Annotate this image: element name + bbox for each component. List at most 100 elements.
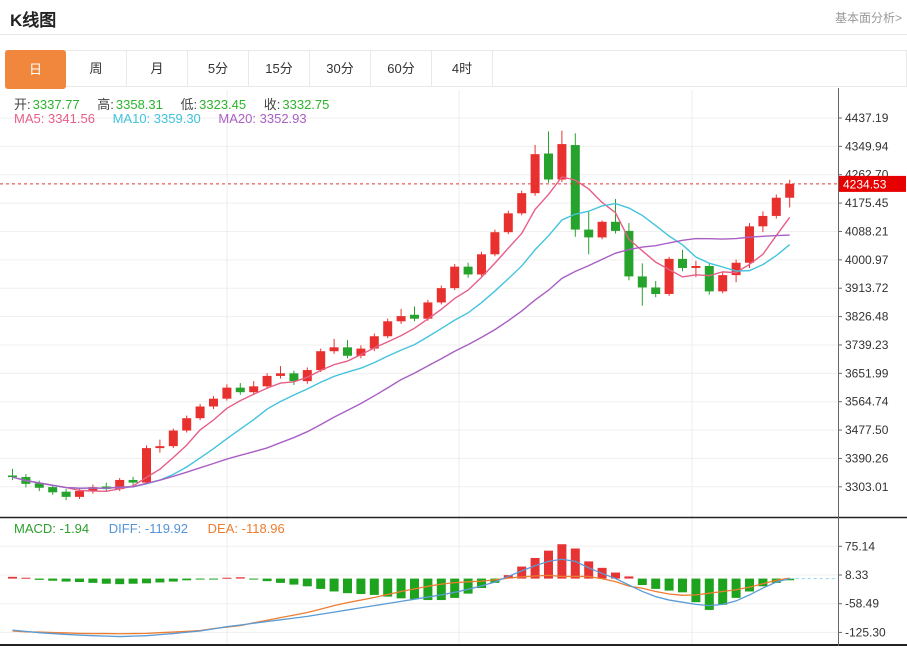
macd-bar (638, 579, 647, 585)
macd-bar (169, 579, 178, 582)
candle-body (772, 198, 781, 216)
axis-label: 3739.23 (845, 338, 889, 352)
macd-bar (75, 579, 84, 582)
candle-body (169, 431, 178, 447)
macd-bar (129, 579, 138, 584)
macd-bar (35, 579, 44, 580)
macd-bar (102, 579, 111, 584)
macd-bar (691, 579, 700, 603)
dea-value: -118.96 (242, 521, 285, 536)
axis-label: 75.14 (845, 539, 875, 553)
ma20-label: MA20: (218, 111, 256, 126)
macd-bar (651, 579, 660, 589)
candle-body (598, 222, 607, 238)
tab-30分[interactable]: 30分 (310, 51, 371, 86)
macd-readout: MACD: -1.94 DIFF: -119.92 DEA: -118.96 (14, 521, 285, 536)
low-value: 3323.45 (199, 97, 246, 112)
macd-bar (209, 579, 218, 580)
candle-body (437, 288, 446, 302)
candle-body (343, 347, 352, 355)
macd-bar (222, 578, 231, 579)
candle-body (222, 388, 231, 399)
candle-body (397, 316, 406, 321)
macd-bar (263, 579, 272, 582)
axis-label: 3303.01 (845, 480, 889, 494)
axis-label: 4088.21 (845, 224, 889, 238)
tab-月[interactable]: 月 (127, 51, 188, 86)
diff-value: -119.92 (145, 521, 188, 536)
tab-15分[interactable]: 15分 (249, 51, 310, 86)
candle-body (531, 154, 540, 193)
candle-body (249, 386, 258, 392)
candle-body (316, 351, 325, 370)
candle-body (289, 373, 298, 381)
macd-bar (732, 579, 741, 598)
macd-bar (370, 579, 379, 595)
low-label: 低: (181, 97, 198, 112)
title-divider (0, 34, 907, 35)
dea-label: DEA: (208, 521, 238, 536)
kline-chart-canvas[interactable]: 4437.194349.944262.704175.454088.214000.… (0, 88, 907, 649)
candle-body (209, 399, 218, 407)
interval-tabbar: 日周月5分15分30分60分4时 (5, 50, 907, 87)
candle-body (276, 373, 285, 376)
high-value: 3358.31 (116, 97, 163, 112)
macd-bar (544, 551, 553, 579)
candle-body (62, 492, 71, 497)
tab-5分[interactable]: 5分 (188, 51, 249, 86)
candle-body (196, 406, 205, 418)
candle-body (490, 232, 499, 254)
candle-body (745, 226, 754, 262)
high-label: 高: (97, 97, 114, 112)
macd-bar (316, 579, 325, 589)
tab-周[interactable]: 周 (66, 51, 127, 86)
candle-body (450, 267, 459, 288)
macd-label: MACD: (14, 521, 56, 536)
macd-bar (276, 579, 285, 583)
macd-bar (624, 576, 633, 578)
fundamental-analysis-link[interactable]: 基本面分析> (835, 9, 902, 26)
axis-label: -125.30 (845, 625, 886, 639)
ma10-label: MA10: (113, 111, 151, 126)
ma10-line (13, 204, 790, 489)
candle-body (544, 154, 553, 180)
candle-body (263, 376, 272, 386)
tab-日[interactable]: 日 (5, 50, 66, 89)
candle-body (48, 487, 57, 492)
tab-60分[interactable]: 60分 (371, 51, 432, 86)
macd-bar (745, 579, 754, 592)
macd-bar (450, 579, 459, 598)
candle-body (330, 347, 339, 351)
axis-label: -58.49 (845, 597, 879, 611)
kline-page: { "header": { "title": "K线图", "link": "基… (0, 0, 907, 649)
ma-readout: MA5: 3341.56 MA10: 3359.30 MA20: 3352.93 (14, 111, 321, 126)
close-label: 收: (264, 97, 281, 112)
candle-body (785, 184, 794, 198)
macd-value: -1.94 (60, 521, 90, 536)
macd-bar (330, 579, 339, 592)
axis-label: 3913.72 (845, 281, 889, 295)
tab-4时[interactable]: 4时 (432, 51, 493, 86)
macd-bar (182, 579, 191, 581)
ma20-value: 3352.93 (260, 111, 307, 126)
candle-body (410, 315, 419, 319)
ma5-label: MA5: (14, 111, 44, 126)
macd-bar (155, 579, 164, 583)
diff-label: DIFF: (109, 521, 142, 536)
ma5-value: 3341.56 (48, 111, 95, 126)
macd-bar (48, 579, 57, 581)
macd-bar (303, 579, 312, 587)
macd-bar (557, 544, 566, 578)
candle-body (464, 267, 473, 275)
candle-body (665, 259, 674, 294)
close-value: 3332.75 (282, 97, 329, 112)
page-title: K线图 (10, 6, 56, 31)
macd-bar (437, 579, 446, 600)
macd-bar (665, 579, 674, 591)
axis-label: 3477.50 (845, 423, 889, 437)
candle-body (678, 259, 687, 268)
macd-bar (356, 579, 365, 594)
candle-body (477, 254, 486, 274)
macd-bar (289, 579, 298, 585)
candle-body (758, 216, 767, 226)
